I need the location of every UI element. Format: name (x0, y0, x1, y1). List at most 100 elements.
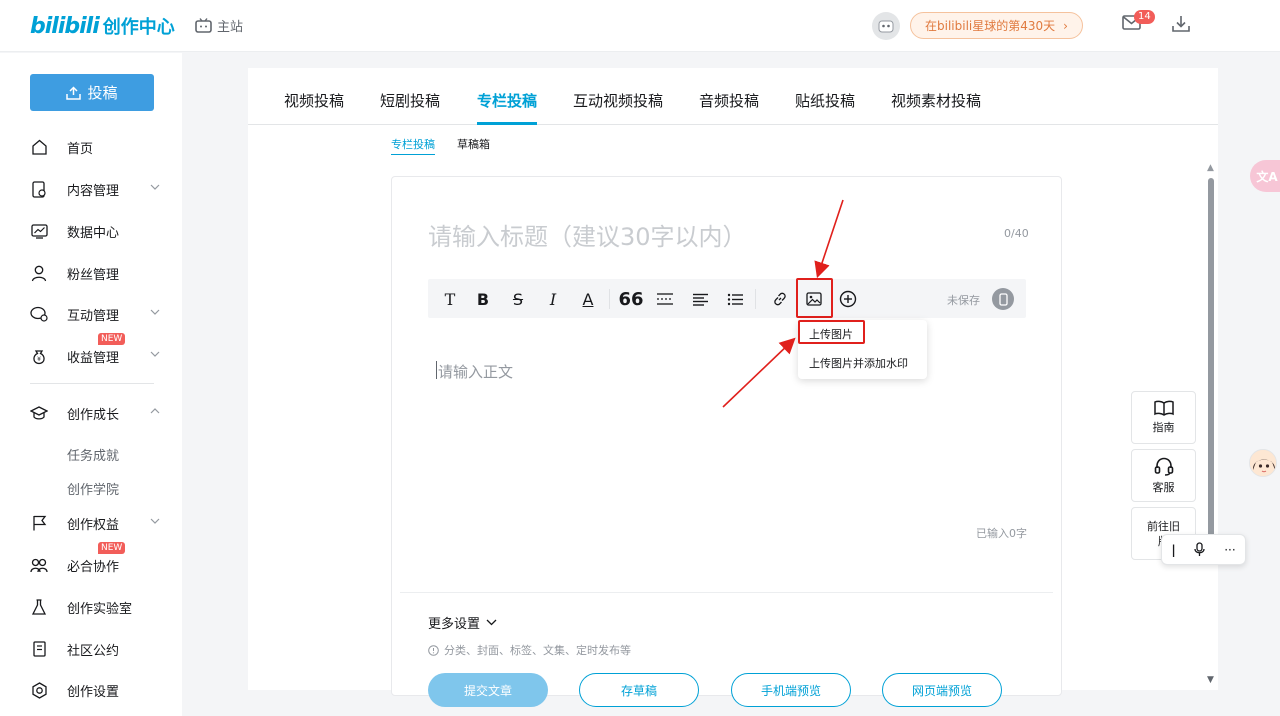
sidebar-item-label: 数据中心 (67, 225, 120, 241)
mobile-preview-icon[interactable] (992, 288, 1014, 310)
active-tab-indicator (477, 122, 537, 125)
link-icon[interactable] (770, 289, 790, 309)
web-preview-button[interactable]: 网页端预览 (882, 673, 1002, 707)
guide-button[interactable]: 指南 (1131, 391, 1196, 444)
upload-button[interactable]: 投稿 (30, 74, 154, 111)
book-icon (1153, 400, 1174, 416)
tab-video[interactable]: 视频投稿 (284, 90, 344, 111)
sidebar-item-data[interactable]: 数据中心 (30, 219, 160, 243)
strikethrough-icon[interactable]: S (508, 289, 528, 309)
sidebar-subitem-academy[interactable]: 创作学院 (67, 479, 119, 498)
sidebar-item-label: 互动管理 (67, 308, 120, 324)
list-icon[interactable] (725, 289, 745, 309)
subtab-article[interactable]: 专栏投稿 (391, 136, 435, 152)
sidebar-item-content[interactable]: 内容管理 (30, 177, 160, 201)
sidebar-subitem-achievements[interactable]: 任务成就 (67, 445, 119, 464)
sidebar-item-home[interactable]: 首页 (30, 135, 160, 159)
customer-service-button[interactable]: 客服 (1131, 449, 1196, 502)
upload-image-option[interactable]: 上传图片 (809, 326, 853, 342)
text-cursor (436, 361, 437, 379)
mobile-preview-button[interactable]: 手机端预览 (731, 673, 851, 707)
robot-avatar-icon (878, 20, 894, 33)
sidebar-item-community[interactable]: 社区公约 (30, 637, 160, 661)
word-count: 已输入0字 (976, 527, 1027, 540)
chevron-down-icon (486, 619, 497, 626)
article-editor: 请输入标题（建议30字以内） 0/40 T B S I A 66 未保存 上传图… (391, 176, 1062, 707)
sidebar-item-settings[interactable]: 创作设置 (30, 678, 160, 702)
tab-short-drama[interactable]: 短剧投稿 (380, 90, 440, 111)
sidebar-item-rights[interactable]: 创作权益 (30, 511, 160, 535)
scroll-down-arrow[interactable]: ▼ (1207, 675, 1214, 685)
sidebar-item-income[interactable]: ¥ 收益管理 NEW (30, 333, 160, 368)
tab-video-material[interactable]: 视频素材投稿 (891, 90, 981, 111)
body-input[interactable]: 请输入正文 (438, 361, 513, 382)
main-site-link[interactable]: 主站 (195, 16, 243, 35)
sidebar-item-interaction[interactable]: 互动管理 (30, 302, 160, 326)
drag-handle-icon[interactable]: | (1171, 543, 1175, 557)
scroll-up-arrow[interactable]: ▲ (1207, 163, 1214, 173)
chat-icon (30, 305, 48, 323)
upload-type-tabs: 视频投稿 短剧投稿 专栏投稿 互动视频投稿 音频投稿 贴纸投稿 视频素材投稿 (248, 68, 1218, 125)
sidebar-item-label: 社区公约 (67, 643, 120, 659)
sidebar-item-fans[interactable]: 粉丝管理 (30, 261, 160, 285)
quote-icon[interactable]: 66 (618, 289, 643, 310)
creator-center-logo[interactable]: bilibili 创作中心 (30, 12, 175, 40)
title-input[interactable]: 请输入标题（建议30字以内） (428, 217, 747, 252)
font-color-icon[interactable]: A (578, 289, 598, 309)
home-icon (30, 138, 48, 156)
more-settings-toggle[interactable]: 更多设置 (428, 613, 497, 632)
money-bag-icon: ¥ (30, 347, 48, 365)
sidebar-item-label: 创作成长 (67, 407, 120, 423)
more-options-icon[interactable]: ··· (1224, 543, 1235, 557)
tab-audio[interactable]: 音频投稿 (699, 90, 759, 111)
document-icon (30, 640, 48, 658)
toolbar-separator (755, 289, 756, 309)
subtab-drafts[interactable]: 草稿箱 (457, 136, 490, 152)
insert-more-icon[interactable] (838, 289, 858, 309)
tab-article[interactable]: 专栏投稿 (477, 90, 537, 111)
logo-text: bilibili (30, 13, 100, 39)
sidebar-item-growth[interactable]: 创作成长 (30, 401, 160, 425)
content-icon (30, 180, 48, 198)
graduation-cap-icon (30, 404, 48, 422)
assistant-avatar[interactable] (1249, 449, 1277, 477)
message-count-badge: 14 (1134, 10, 1155, 24)
divider-line-icon[interactable] (655, 289, 675, 309)
user-avatar[interactable] (872, 12, 900, 40)
chevron-up-icon (150, 408, 160, 414)
sidebar-divider (30, 383, 154, 384)
italic-icon[interactable]: I (543, 289, 563, 309)
upload-image-watermark-option[interactable]: 上传图片并添加水印 (809, 355, 908, 371)
logo-suffix: 创作中心 (102, 17, 175, 38)
microphone-icon[interactable] (1194, 542, 1206, 557)
bold-icon[interactable]: B (473, 289, 493, 309)
scrollbar-thumb[interactable] (1208, 178, 1214, 546)
sidebar-item-label: 创作权益 (67, 517, 120, 533)
translate-button[interactable]: 文A (1250, 160, 1280, 192)
planet-days-badge[interactable]: 在bilibili星球的第430天 › (910, 12, 1083, 39)
align-left-icon[interactable] (690, 289, 710, 309)
svg-text:¥: ¥ (37, 356, 41, 363)
sidebar-item-lab[interactable]: 创作实验室 (30, 595, 160, 619)
text-style-icon[interactable]: T (440, 289, 460, 309)
main-panel: 视频投稿 短剧投稿 专栏投稿 互动视频投稿 音频投稿 贴纸投稿 视频素材投稿 专… (248, 68, 1218, 707)
save-status: 未保存 (947, 294, 980, 307)
download-icon[interactable] (1172, 15, 1190, 36)
tv-icon (195, 18, 212, 33)
save-draft-button[interactable]: 存草稿 (579, 673, 699, 707)
customer-service-label: 客服 (1152, 480, 1175, 494)
chevron-down-icon (150, 351, 160, 357)
gear-icon (30, 681, 48, 699)
sidebar-item-label: 首页 (67, 141, 94, 157)
tab-interactive-video[interactable]: 互动视频投稿 (573, 90, 663, 111)
top-header: bilibili 创作中心 主站 在bilibili星球的第430天 › 14 (0, 0, 1280, 52)
chevron-down-icon (150, 309, 160, 315)
sidebar-item-label: 收益管理 (67, 350, 120, 366)
sidebar-item-collaboration[interactable]: 必合协作 NEW (30, 542, 160, 577)
toolbar-separator (609, 289, 610, 309)
sidebar-item-label: 粉丝管理 (67, 267, 120, 283)
girl-avatar-icon (1250, 450, 1276, 476)
flask-icon (30, 598, 48, 616)
tab-sticker[interactable]: 贴纸投稿 (795, 90, 855, 111)
submit-article-button[interactable]: 提交文章 (428, 673, 548, 707)
